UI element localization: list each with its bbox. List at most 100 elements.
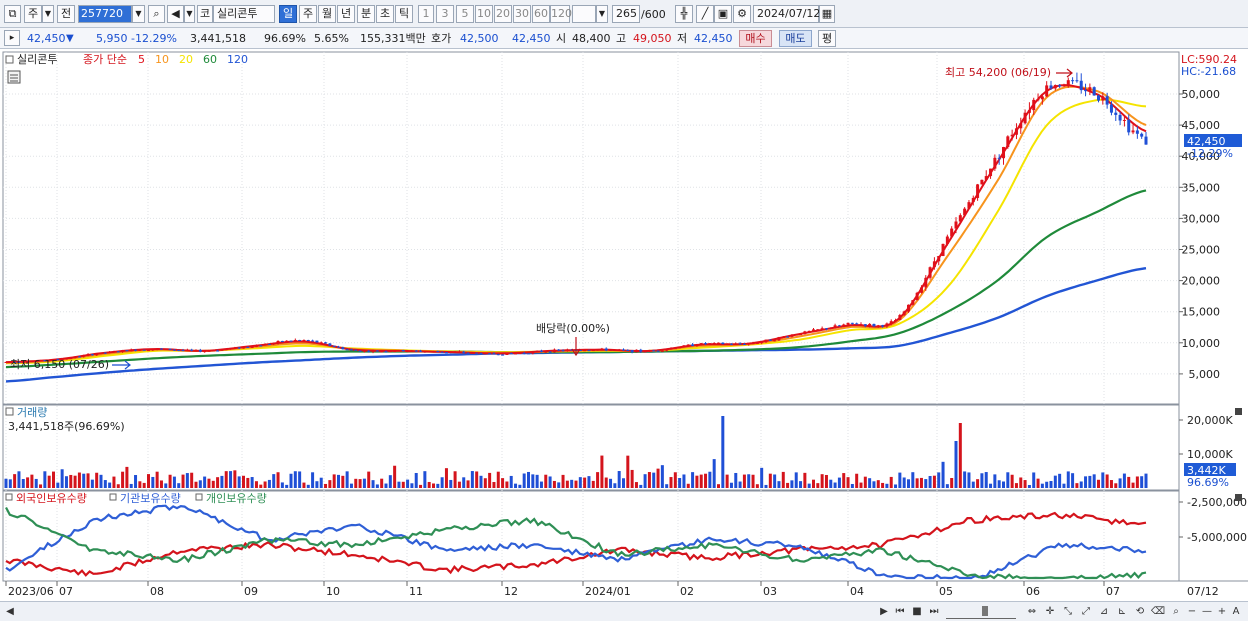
volume-bar (427, 481, 431, 488)
type-dropdown-icon[interactable]: ▼ (42, 5, 54, 23)
fit-icon[interactable]: ⇔ (1024, 604, 1040, 619)
interval-button[interactable]: 5 (456, 5, 474, 23)
rewind-icon[interactable]: ⏮ (893, 604, 907, 619)
gear-icon[interactable]: ⚙ (733, 5, 751, 23)
volume-bar (419, 484, 423, 488)
interval-button[interactable]: 120 (550, 5, 572, 23)
period-button[interactable]: 초 (376, 5, 394, 23)
eval-button[interactable]: 평 (818, 30, 836, 47)
candle-body (190, 349, 194, 351)
volume-bar (1049, 481, 1053, 488)
ruler-icon[interactable]: ⊿ (1096, 604, 1112, 619)
volume-bar (30, 474, 34, 488)
volume-bar (1097, 479, 1100, 488)
candle-body (868, 323, 872, 326)
period-button[interactable]: 틱 (395, 5, 413, 23)
ruler-alt-icon[interactable]: ⊾ (1114, 604, 1130, 619)
volume-bar (1023, 480, 1027, 488)
undo-icon[interactable]: ⟲ (1132, 604, 1148, 619)
volume-bar (319, 477, 323, 488)
eraser-icon[interactable]: ⌫ (1150, 604, 1166, 619)
candle-body (211, 350, 215, 352)
zoom-out-icon[interactable]: − (1186, 604, 1198, 619)
volume-bar (1140, 476, 1144, 488)
period-button[interactable]: 분 (357, 5, 375, 23)
price-axis-label: 25,000 (1182, 244, 1221, 257)
type-selector[interactable]: 주 (24, 5, 42, 23)
stock-code-input[interactable]: 257720 (78, 5, 132, 23)
holding-panel-close-icon (1235, 494, 1242, 501)
code-dropdown-icon[interactable]: ▼ (132, 5, 145, 23)
candle-body (371, 350, 375, 352)
line-icon[interactable]: — (1200, 604, 1214, 619)
buy-button[interactable]: 매수 (739, 30, 772, 47)
candle-body (229, 348, 233, 350)
candle-type-icon[interactable]: ╬ (675, 5, 693, 23)
candle-body (691, 344, 695, 347)
save-icon[interactable]: ▣ (714, 5, 732, 23)
measure-icon[interactable]: ⤢ (1078, 604, 1094, 619)
speaker-dropdown-icon[interactable]: ▼ (184, 5, 195, 23)
text-size-icon[interactable]: A (1230, 604, 1242, 619)
volume-bar (937, 472, 941, 488)
stock-name-field[interactable]: 실리콘투 (213, 5, 275, 23)
candle-body (712, 342, 716, 344)
interval-button[interactable]: 60 (532, 5, 550, 23)
zoom-in-icon[interactable]: + (1216, 604, 1228, 619)
candle-body (246, 346, 250, 348)
volume-bar (272, 474, 276, 488)
trend-icon[interactable]: ⤡ (1060, 604, 1076, 619)
volume-axis-label: 20,000K (1187, 414, 1233, 427)
ask-price: 42,450 (512, 32, 551, 45)
volume-bar (17, 471, 21, 488)
volume-bar (466, 480, 470, 488)
candle-body (164, 348, 168, 350)
interval-button[interactable]: 20 (494, 5, 512, 23)
volume-bar (1066, 471, 1070, 488)
prev-button[interactable]: 전 (57, 5, 75, 23)
interval-button[interactable]: 1 (418, 5, 434, 23)
interval-button[interactable]: 30 (513, 5, 531, 23)
stop-icon[interactable]: ■ (910, 604, 924, 619)
volume-bar (919, 477, 923, 488)
volume-bar (950, 478, 954, 488)
interval-button[interactable]: 10 (475, 5, 493, 23)
quote-bar-menu-icon[interactable]: ▸ (4, 30, 20, 46)
chart-scrollbar[interactable]: ◀ ▶ ⏮ ■ ⏭ ⇔ ✛ ⤡ ⤢ ⊿ ⊾ ⟲ ⌫ ⌕ − — + A (0, 601, 1248, 621)
period-button[interactable]: 주 (299, 5, 317, 23)
blank-dropdown-icon[interactable]: ▼ (596, 5, 608, 23)
period-button[interactable]: 일 (279, 5, 297, 23)
candle-body (1092, 87, 1096, 96)
period-button[interactable]: 월 (318, 5, 336, 23)
volume-bar (198, 480, 202, 488)
search-icon[interactable]: ⌕ (148, 5, 165, 23)
date-input[interactable]: 2024/07/12 (753, 5, 820, 23)
blank-selector[interactable] (572, 5, 596, 23)
line-tool-icon[interactable]: ╱ (696, 5, 714, 23)
period-button[interactable]: 년 (337, 5, 355, 23)
bar-count-input[interactable]: 265 (612, 5, 640, 23)
crosshair-icon[interactable]: ✛ (1042, 604, 1058, 619)
candle-body (280, 340, 284, 342)
candle-body (514, 353, 518, 355)
forward-icon[interactable]: ⏭ (927, 604, 941, 619)
zoom-slider-handle[interactable] (982, 606, 988, 616)
calendar-icon[interactable]: ▦ (819, 5, 835, 23)
scroll-right-icon[interactable]: ▶ (878, 604, 890, 619)
holding-legend-label: 외국인보유수량 (16, 492, 87, 505)
zoom-slider[interactable] (946, 604, 1016, 619)
interval-button[interactable]: 3 (436, 5, 454, 23)
sell-button[interactable]: 매도 (779, 30, 812, 47)
stock-chart[interactable]: 최고 54,200 (06/19) 최저 6,150 (07/26) 배당락(0… (0, 50, 1248, 601)
volume-bar (237, 476, 241, 488)
candle-body (242, 346, 245, 349)
scroll-left-icon[interactable]: ◀ (4, 604, 16, 619)
volume-bar (1118, 478, 1122, 488)
window-menu-icon[interactable]: ⧉ (4, 5, 21, 23)
candle-body (1058, 85, 1062, 87)
ma-legend-item: 5 (138, 53, 145, 66)
volume-bar (881, 482, 885, 488)
speaker-icon[interactable]: ◀ (167, 5, 184, 23)
search-chart-icon[interactable]: ⌕ (1168, 604, 1184, 619)
candle-body (617, 349, 621, 351)
